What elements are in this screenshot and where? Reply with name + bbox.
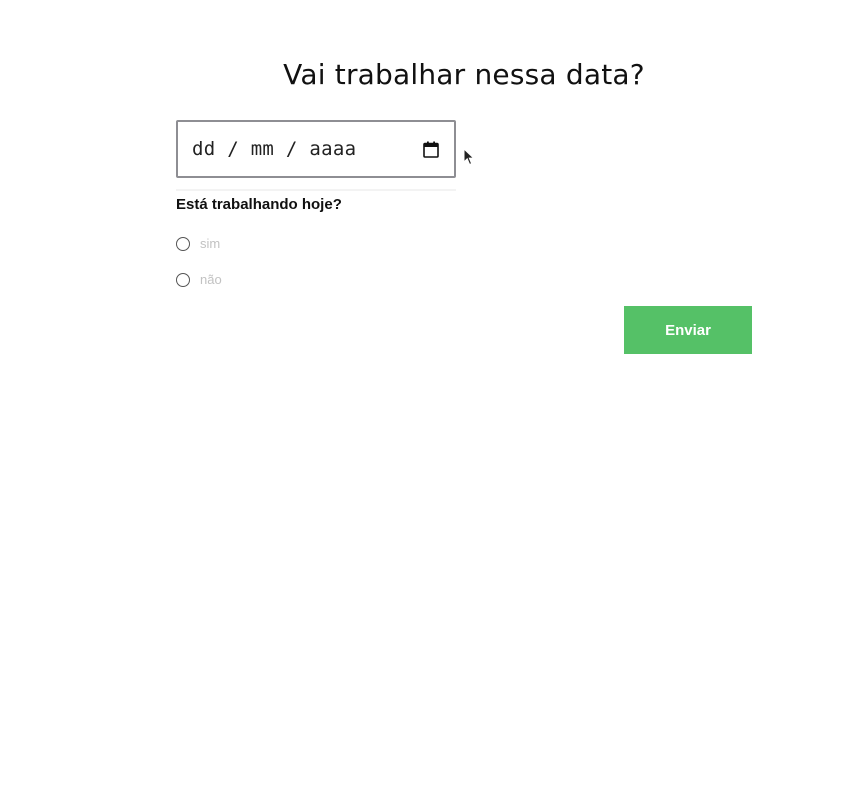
mouse-cursor-icon [463,148,475,166]
page: Vai trabalhar nessa data? dd / mm / aaaa… [0,0,864,801]
submit-button[interactable]: Enviar [624,306,752,354]
date-input-placeholder: dd / mm / aaaa [192,138,357,160]
radio-sim[interactable] [176,236,190,251]
date-input[interactable]: dd / mm / aaaa [176,120,456,178]
work-today-question: Está trabalhando hoje? [176,196,342,213]
radio-nao[interactable] [176,272,190,287]
option-sim-label: sim [200,236,221,251]
option-sim[interactable]: sim [176,236,220,251]
page-title: Vai trabalhar nessa data? [283,58,645,91]
option-nao[interactable]: não [176,272,222,287]
option-nao-label: não [200,272,222,287]
calendar-icon[interactable] [422,140,440,158]
input-divider [176,189,456,191]
